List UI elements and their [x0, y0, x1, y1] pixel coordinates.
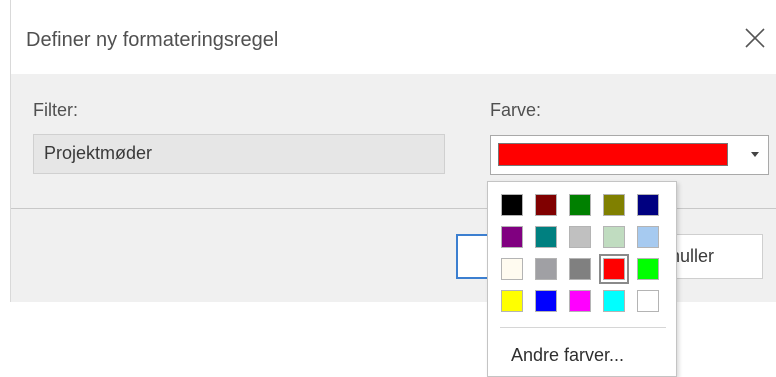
color-swatch[interactable]: [569, 194, 591, 216]
color-swatch[interactable]: [535, 226, 557, 248]
color-swatch[interactable]: [599, 254, 629, 284]
dialog-title: Definer ny formateringsregel: [26, 29, 279, 51]
close-icon[interactable]: [743, 26, 767, 50]
color-swatch[interactable]: [569, 290, 591, 312]
color-label: Farve:: [490, 100, 542, 120]
color-swatch[interactable]: [637, 290, 659, 312]
color-swatch[interactable]: [637, 194, 659, 216]
color-swatch[interactable]: [501, 290, 523, 312]
color-swatch[interactable]: [637, 226, 659, 248]
color-swatch[interactable]: [637, 258, 659, 280]
filter-label: Filter:: [33, 100, 78, 120]
title-bar: Definer ny formateringsregel: [11, 0, 776, 74]
color-swatch[interactable]: [569, 258, 591, 280]
chevron-down-icon[interactable]: [751, 152, 759, 157]
color-swatch[interactable]: [603, 226, 625, 248]
more-colors-link[interactable]: Andre farver...: [511, 345, 624, 366]
popup-divider: [500, 327, 666, 328]
color-swatch[interactable]: [569, 226, 591, 248]
color-picker-popup: Andre farver...: [487, 181, 677, 377]
color-swatch[interactable]: [501, 194, 523, 216]
color-swatch[interactable]: [535, 258, 557, 280]
color-swatch[interactable]: [535, 194, 557, 216]
color-dropdown[interactable]: [490, 135, 769, 175]
color-swatch[interactable]: [603, 290, 625, 312]
filter-field: Projektmøder: [33, 134, 445, 174]
color-swatch[interactable]: [501, 226, 523, 248]
color-swatch[interactable]: [501, 258, 523, 280]
color-swatch[interactable]: [535, 290, 557, 312]
selected-color-swatch: [498, 143, 728, 166]
color-swatch[interactable]: [603, 194, 625, 216]
